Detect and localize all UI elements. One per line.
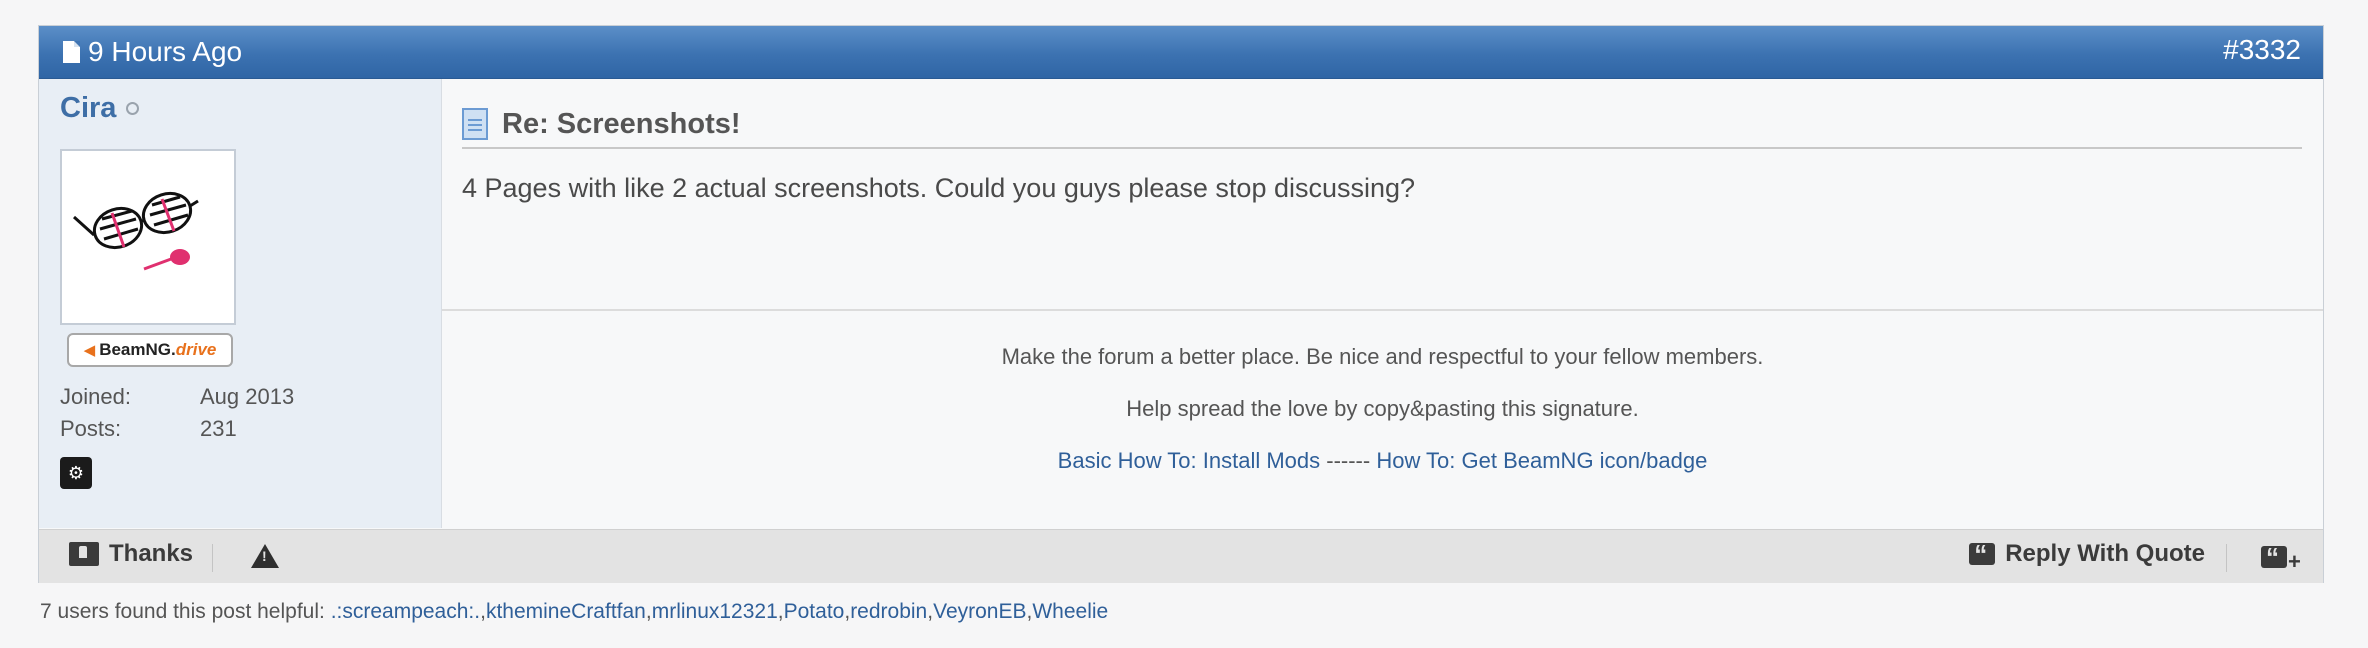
beamng-drive-badge: ◀ BeamNG. drive [67,333,233,367]
signature-divider [442,309,2323,311]
thanks-label: Thanks [109,540,194,567]
beamng-badge-link[interactable]: How To: Get BeamNG icon/badge [1376,448,1707,473]
helpful-user-link[interactable]: .:screampeach:. [331,600,480,623]
stat-posts: Posts: 231 [60,413,294,445]
username: Cira [60,92,140,125]
helpful-user-link[interactable]: redrobin [850,600,927,623]
multi-quote-button[interactable]: + [2261,542,2301,574]
footer-separator [212,544,213,572]
beamng-logo-icon: ◀ [83,342,96,359]
reply-with-quote-label: Reply With Quote [2005,540,2205,567]
footer-separator [2226,544,2227,572]
badge-brand-text: BeamNG. [99,340,176,359]
offline-status-icon [126,102,140,115]
signature-line-2: Help spread the love by copy&pasting thi… [1126,396,1639,421]
post-date-text: 9 Hours Ago [88,36,243,67]
helpful-user-link[interactable]: Wheelie [1032,600,1108,623]
stat-label: Posts: [60,416,122,441]
user-stats: Joined: Aug 2013 Posts: 231 [60,381,294,445]
post-message: 4 Pages with like 2 actual screenshots. … [462,173,1416,203]
helpful-user-link[interactable]: mrlinux12321 [652,600,778,623]
username-link[interactable]: Cira [60,92,116,125]
signature: Make the forum a better place. Be nice a… [442,331,2323,487]
plus-icon: + [2288,549,2301,574]
signature-line-1: Make the forum a better place. Be nice a… [1001,344,1764,369]
post-title: Re: Screenshots! [462,101,2302,149]
stat-label: Joined: [60,384,131,409]
avatar-drawing [72,191,199,271]
helpful-users-list: .:screampeach:.,kthemineCraftfan,mrlinux… [330,600,1109,623]
helpful-user-link[interactable]: kthemineCraftfan [486,600,646,623]
badge-drive-text: drive [175,340,217,359]
post-header: 9 Hours Ago #3332 [39,26,2323,79]
reply-with-quote-button[interactable]: Reply With Quote [1969,539,2205,570]
post-date: 9 Hours Ago [63,36,242,68]
post-number-link[interactable]: #3332 [2223,34,2301,66]
document-icon [63,41,80,63]
post-title-text: Re: Screenshots! [502,107,741,140]
report-warning-icon[interactable] [251,544,279,568]
thumbs-up-icon [69,542,99,566]
stat-value: 231 [200,416,237,441]
steam-icon[interactable]: ⚙ [60,457,92,489]
stat-joined: Joined: Aug 2013 [60,381,294,413]
helpful-user-link[interactable]: VeyronEB [933,600,1026,623]
post-content: Re: Screenshots! 4 Pages with like 2 act… [442,79,2323,528]
thanks-button[interactable]: Thanks [69,540,193,568]
helpful-prefix: 7 users found this post helpful: [40,600,331,623]
signature-links: Basic How To: Install Mods ------ How To… [442,435,2323,487]
helpful-users-line: 7 users found this post helpful: .:screa… [40,600,1108,624]
multi-quote-icon [2261,542,2287,573]
avatar[interactable] [60,149,236,325]
signature-link-divider: ------ [1320,448,1377,473]
post-icon [462,108,488,140]
stat-value: Aug 2013 [200,384,295,409]
quote-icon [1969,539,1996,570]
user-info-panel: Cira ◀ BeamNG. drive Joined: Aug 2013 Po… [39,79,442,528]
post-footer: Thanks Reply With Quote + [39,529,2323,583]
forum-post: 9 Hours Ago #3332 Cira ◀ BeamNG. drive J… [38,25,2324,583]
helpful-user-link[interactable]: Potato [784,600,845,623]
install-mods-link[interactable]: Basic How To: Install Mods [1058,448,1320,473]
